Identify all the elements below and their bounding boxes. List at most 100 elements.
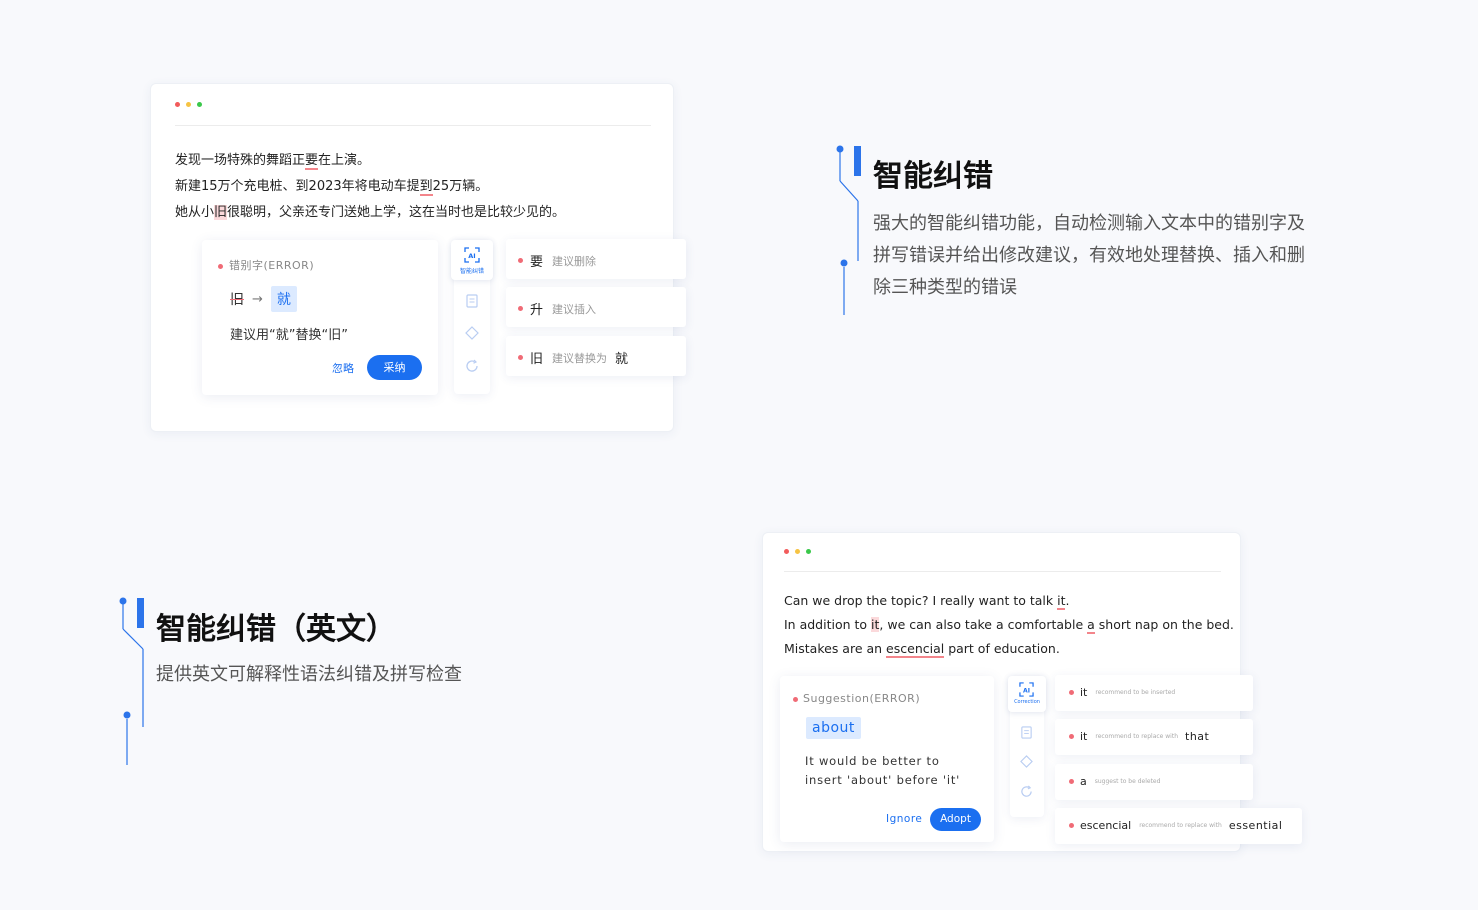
- suggestion-word: 旧: [530, 352, 544, 367]
- ai-correction-tab[interactable]: AI 智能纠错: [451, 240, 493, 280]
- diamond-icon[interactable]: [465, 326, 479, 340]
- en-text-line-2[interactable]: In addition to it, we can also take a co…: [784, 617, 1234, 634]
- en-section-title: 智能纠错（英文）: [156, 612, 396, 647]
- document-icon[interactable]: [1020, 726, 1033, 739]
- suggestion-target: that: [1185, 730, 1210, 743]
- error-dot: [518, 258, 523, 263]
- suggested-word[interactable]: 就: [270, 286, 297, 312]
- diamond-icon[interactable]: [1020, 755, 1033, 768]
- cn-suggestion-item[interactable]: 升 建议插入: [506, 287, 686, 327]
- window-controls: [784, 549, 811, 554]
- suggestion-word: escencial: [1080, 819, 1132, 832]
- text-segment: part of education.: [944, 641, 1060, 656]
- error-dot: [518, 306, 523, 311]
- suggestion-row: 旧 建议替换为 就: [518, 348, 628, 367]
- error-mark-highlight[interactable]: 旧: [214, 205, 228, 220]
- suggestion-hint: recommend to replace with: [1095, 733, 1179, 740]
- en-section-description: 提供英文可解释性语法纠错及拼写检查: [156, 664, 462, 685]
- en-suggestion-item[interactable]: a suggest to be deleted: [1055, 764, 1253, 800]
- suggestion-word: a: [1080, 775, 1087, 788]
- cn-section-title: 智能纠错: [873, 159, 993, 194]
- text-segment: 新建15万个充电桩、到2023年将电动车提: [175, 179, 420, 194]
- ai-correction-label: 智能纠错: [459, 268, 484, 275]
- suggestion-row: 升 建议插入: [518, 299, 596, 318]
- ignore-button[interactable]: 忽略: [332, 360, 354, 376]
- error-dot: [518, 355, 523, 360]
- text-segment: 发现一场特殊的舞蹈正: [175, 153, 306, 168]
- cn-error-card: 错别字(ERROR) 旧 → 就 建议用“就”替换“旧” 忽略 采纳: [202, 240, 438, 395]
- close-dot[interactable]: [784, 549, 789, 554]
- minimize-dot[interactable]: [795, 549, 800, 554]
- error-type-row: Suggestion(ERROR): [793, 692, 920, 705]
- adopt-button[interactable]: Adopt: [930, 808, 981, 831]
- cn-suggestion-item[interactable]: 旧 建议替换为 就: [506, 336, 686, 376]
- error-message-line-1: It would be better to: [805, 754, 940, 768]
- en-suggestion-item[interactable]: escencial recommend to replace with esse…: [1055, 808, 1302, 844]
- suggestion-row: escencial recommend to replace with esse…: [1069, 819, 1282, 832]
- en-section-decoration: [119, 597, 144, 765]
- text-segment: 很聪明，父亲还专门送她上学，这在当时也是比较少见的。: [227, 205, 566, 220]
- error-type-label: Suggestion(ERROR): [803, 692, 921, 705]
- suggestion-hint: 建议插入: [552, 302, 597, 316]
- en-text-line-1[interactable]: Can we drop the topic? I really want to …: [784, 593, 1070, 610]
- error-dot: [1069, 734, 1074, 739]
- cn-text-line-3[interactable]: 她从小旧很聪明，父亲还专门送她上学，这在当时也是比较少见的。: [175, 201, 565, 220]
- cn-section-description: 强大的智能纠错功能，自动检测输入文本中的错别字及拼写错误并给出修改建议，有效地处…: [873, 213, 1305, 298]
- suggestion-word: it: [1080, 730, 1088, 743]
- en-error-card: Suggestion(ERROR) about It would be bett…: [780, 676, 994, 842]
- en-suggestion-item[interactable]: it recommend to be inserted: [1055, 675, 1253, 711]
- en-text-line-3[interactable]: Mistakes are an escencial part of educat…: [784, 641, 1060, 658]
- refresh-icon[interactable]: [465, 359, 479, 373]
- error-dot: [1069, 823, 1074, 828]
- error-dot: [1069, 779, 1074, 784]
- ai-correction-tab[interactable]: AI Correction: [1008, 676, 1046, 712]
- suggestion-word: 升: [530, 303, 544, 318]
- suggestion-hint: recommend to replace with: [1139, 822, 1222, 829]
- error-mark[interactable]: 要: [305, 153, 319, 170]
- error-mark[interactable]: a: [1087, 617, 1095, 634]
- text-segment: 在上演。: [318, 153, 371, 168]
- svg-text:AI: AI: [468, 252, 475, 260]
- window-divider: [175, 125, 651, 126]
- suggestion-target: essential: [1228, 819, 1283, 832]
- document-icon[interactable]: [465, 294, 479, 308]
- cn-text-line-1[interactable]: 发现一场特殊的舞蹈正要在上演。: [175, 149, 371, 170]
- text-segment: Can we drop the topic? I really want to …: [784, 593, 1058, 608]
- suggestion-hint: suggest to be deleted: [1094, 778, 1161, 785]
- refresh-icon[interactable]: [1020, 785, 1033, 798]
- text-segment: short nap on the bed.: [1094, 617, 1234, 632]
- suggestion-row: it recommend to be inserted: [1069, 686, 1175, 699]
- ignore-button[interactable]: Ignore: [886, 813, 922, 825]
- cn-suggestion-item[interactable]: 要 建议删除: [506, 239, 686, 279]
- error-type-label: 错别字(ERROR): [229, 259, 315, 272]
- close-dot[interactable]: [175, 102, 180, 107]
- wrong-word: 旧: [230, 292, 244, 308]
- suggestion-row: 要 建议删除: [518, 251, 596, 270]
- text-segment: .: [1065, 593, 1070, 608]
- error-dot: [1069, 690, 1074, 695]
- suggested-word[interactable]: about: [806, 717, 861, 739]
- adopt-button[interactable]: 采纳: [367, 355, 422, 380]
- text-segment: In addition to: [784, 617, 872, 632]
- error-mark[interactable]: 到: [419, 179, 433, 196]
- minimize-dot[interactable]: [186, 102, 191, 107]
- error-dot: [793, 696, 798, 702]
- suggestion-word: 要: [530, 255, 544, 270]
- cn-text-line-2[interactable]: 新建15万个充电桩、到2023年将电动车提到25万辆。: [175, 175, 489, 196]
- error-message: 建议用“就”替换“旧”: [230, 328, 348, 343]
- suggestion-word: it: [1080, 686, 1088, 699]
- text-segment: 25万辆。: [432, 179, 489, 194]
- suggestion-row: a suggest to be deleted: [1069, 775, 1160, 788]
- en-suggestion-item[interactable]: it recommend to replace with that: [1055, 719, 1253, 755]
- window-controls: [175, 102, 202, 107]
- suggestion-hint: 建议删除: [552, 254, 597, 268]
- ai-correction-icon: AI: [464, 247, 480, 263]
- error-mark[interactable]: escencial: [886, 641, 945, 658]
- error-type-row: 错别字(ERROR): [218, 257, 314, 273]
- ai-correction-label: Correction: [1014, 699, 1040, 705]
- error-dot: [218, 263, 223, 269]
- maximize-dot[interactable]: [806, 549, 811, 554]
- arrow-icon: →: [252, 291, 263, 307]
- suggestion-row: it recommend to replace with that: [1069, 730, 1209, 743]
- maximize-dot[interactable]: [197, 102, 202, 107]
